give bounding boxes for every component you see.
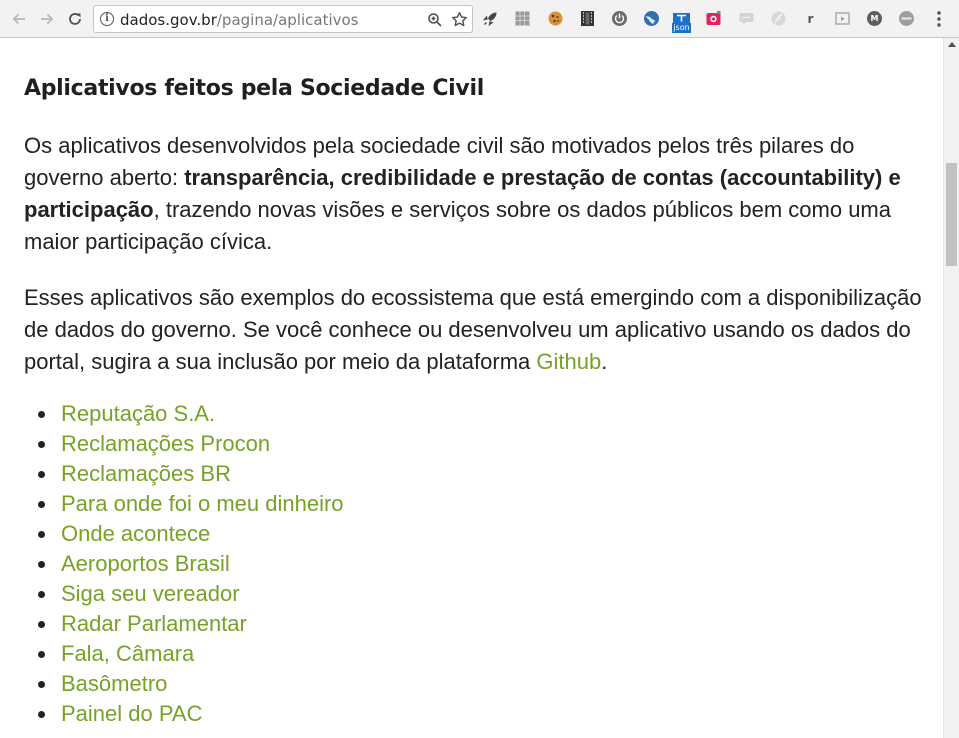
bullet-icon	[38, 681, 45, 688]
apps-list: Reputação S.A. Reclamações Procon Reclamaç…	[24, 399, 624, 729]
url-path: /pagina/aplicativos	[216, 11, 359, 29]
grid-icon	[515, 11, 530, 26]
url-text[interactable]: dados.gov.br/pagina/aplicativos	[120, 11, 359, 29]
bullet-icon	[38, 471, 45, 478]
r-icon: r	[807, 11, 814, 26]
feather-extension[interactable]	[770, 10, 787, 27]
app-link[interactable]: Aeroportos Brasil	[61, 551, 230, 576]
intro-paragraph: Os aplicativos desenvolvidos pela socied…	[24, 130, 924, 258]
list-item: Siga seu vereador	[24, 579, 624, 609]
globe-extension[interactable]	[643, 10, 660, 27]
json-extension[interactable]: json	[672, 12, 691, 34]
json-icon	[673, 13, 690, 23]
app-link[interactable]: Reclamações BR	[61, 461, 231, 486]
power-icon	[612, 11, 627, 26]
film-icon	[581, 11, 594, 26]
list-item: Radar Parlamentar	[24, 609, 624, 639]
app-link[interactable]: Basômetro	[61, 671, 167, 696]
bullet-icon	[38, 711, 45, 718]
chat-extension[interactable]	[738, 10, 755, 27]
list-item: Basômetro	[24, 669, 624, 699]
list-item: Reclamações Procon	[24, 429, 624, 459]
bullet-icon	[38, 621, 45, 628]
app-link[interactable]: Onde acontece	[61, 521, 210, 546]
list-item: Painel do PAC	[24, 699, 624, 729]
m-extension[interactable]: M	[866, 10, 883, 27]
intro-text-end: , trazendo novas visões e serviços sobre…	[24, 197, 891, 254]
rocket-extension[interactable]	[482, 10, 499, 27]
bullet-icon	[38, 561, 45, 568]
media-icon	[835, 12, 850, 25]
json-label: json	[672, 23, 691, 33]
list-item: Aeroportos Brasil	[24, 549, 624, 579]
list-item: Onde acontece	[24, 519, 624, 549]
list-item: Reputação S.A.	[24, 399, 624, 429]
camera-icon	[706, 11, 721, 25]
ecosystem-text-start: Esses aplicativos são exemplos do ecossi…	[24, 285, 922, 374]
scroll-up-arrow[interactable]	[948, 42, 956, 47]
bullet-icon	[38, 531, 45, 538]
list-item: Reclamações BR	[24, 459, 624, 489]
github-link[interactable]: Github	[536, 349, 601, 374]
chat-icon	[739, 13, 754, 25]
back-button[interactable]	[9, 9, 29, 29]
page-heading: Aplicativos feitos pela Sociedade Civil	[24, 76, 484, 101]
browser-toolbar: i dados.gov.br/pagina/aplicativos json r…	[0, 0, 959, 38]
star-icon[interactable]	[451, 11, 468, 28]
ecosystem-paragraph: Esses aplicativos são exemplos do ecossi…	[24, 282, 924, 378]
app-link[interactable]: Fala, Câmara	[61, 641, 194, 666]
m-icon: M	[870, 14, 879, 23]
bullet-icon	[38, 501, 45, 508]
info-icon[interactable]: i	[100, 12, 114, 26]
app-link[interactable]: Para onde foi o meu dinheiro	[61, 491, 344, 516]
bullet-icon	[38, 411, 45, 418]
feather-icon	[771, 11, 786, 26]
menu-dots-icon[interactable]	[933, 10, 945, 28]
zoom-icon[interactable]	[427, 12, 443, 28]
r-extension[interactable]: r	[802, 10, 819, 27]
cookie-extension[interactable]	[547, 10, 564, 27]
scroll-thumb[interactable]	[946, 163, 957, 266]
film-extension[interactable]	[579, 10, 596, 27]
app-link[interactable]: Reclamações Procon	[61, 431, 270, 456]
power-extension[interactable]	[611, 10, 628, 27]
bullet-icon	[38, 591, 45, 598]
list-item: Fala, Câmara	[24, 639, 624, 669]
media-extension[interactable]	[834, 10, 851, 27]
app-link[interactable]: Radar Parlamentar	[61, 611, 247, 636]
forward-button[interactable]	[37, 9, 57, 29]
badge-extension[interactable]	[898, 10, 915, 27]
app-link[interactable]: Painel do PAC	[61, 701, 202, 726]
camera-extension[interactable]	[705, 10, 722, 27]
address-bar[interactable]: i dados.gov.br/pagina/aplicativos	[93, 5, 473, 33]
url-host: dados.gov.br	[120, 11, 217, 29]
reload-button[interactable]	[65, 9, 85, 29]
app-link[interactable]: Siga seu vereador	[61, 581, 240, 606]
bullet-icon	[38, 441, 45, 448]
arrow-right-icon	[41, 13, 54, 25]
globe-icon	[644, 11, 659, 26]
ecosystem-text-end: .	[601, 349, 608, 374]
badge-icon	[899, 11, 914, 26]
page-viewport: Aplicativos feitos pela Sociedade Civil …	[0, 38, 943, 738]
cookie-icon	[548, 11, 563, 26]
bullet-icon	[38, 651, 45, 658]
scrollbar[interactable]	[943, 38, 959, 738]
rocket-icon	[482, 12, 497, 27]
app-link[interactable]: Reputação S.A.	[61, 401, 215, 426]
list-item: Para onde foi o meu dinheiro	[24, 489, 624, 519]
arrow-left-icon	[12, 13, 25, 25]
grid-extension[interactable]	[514, 10, 531, 27]
reload-icon	[69, 13, 81, 25]
